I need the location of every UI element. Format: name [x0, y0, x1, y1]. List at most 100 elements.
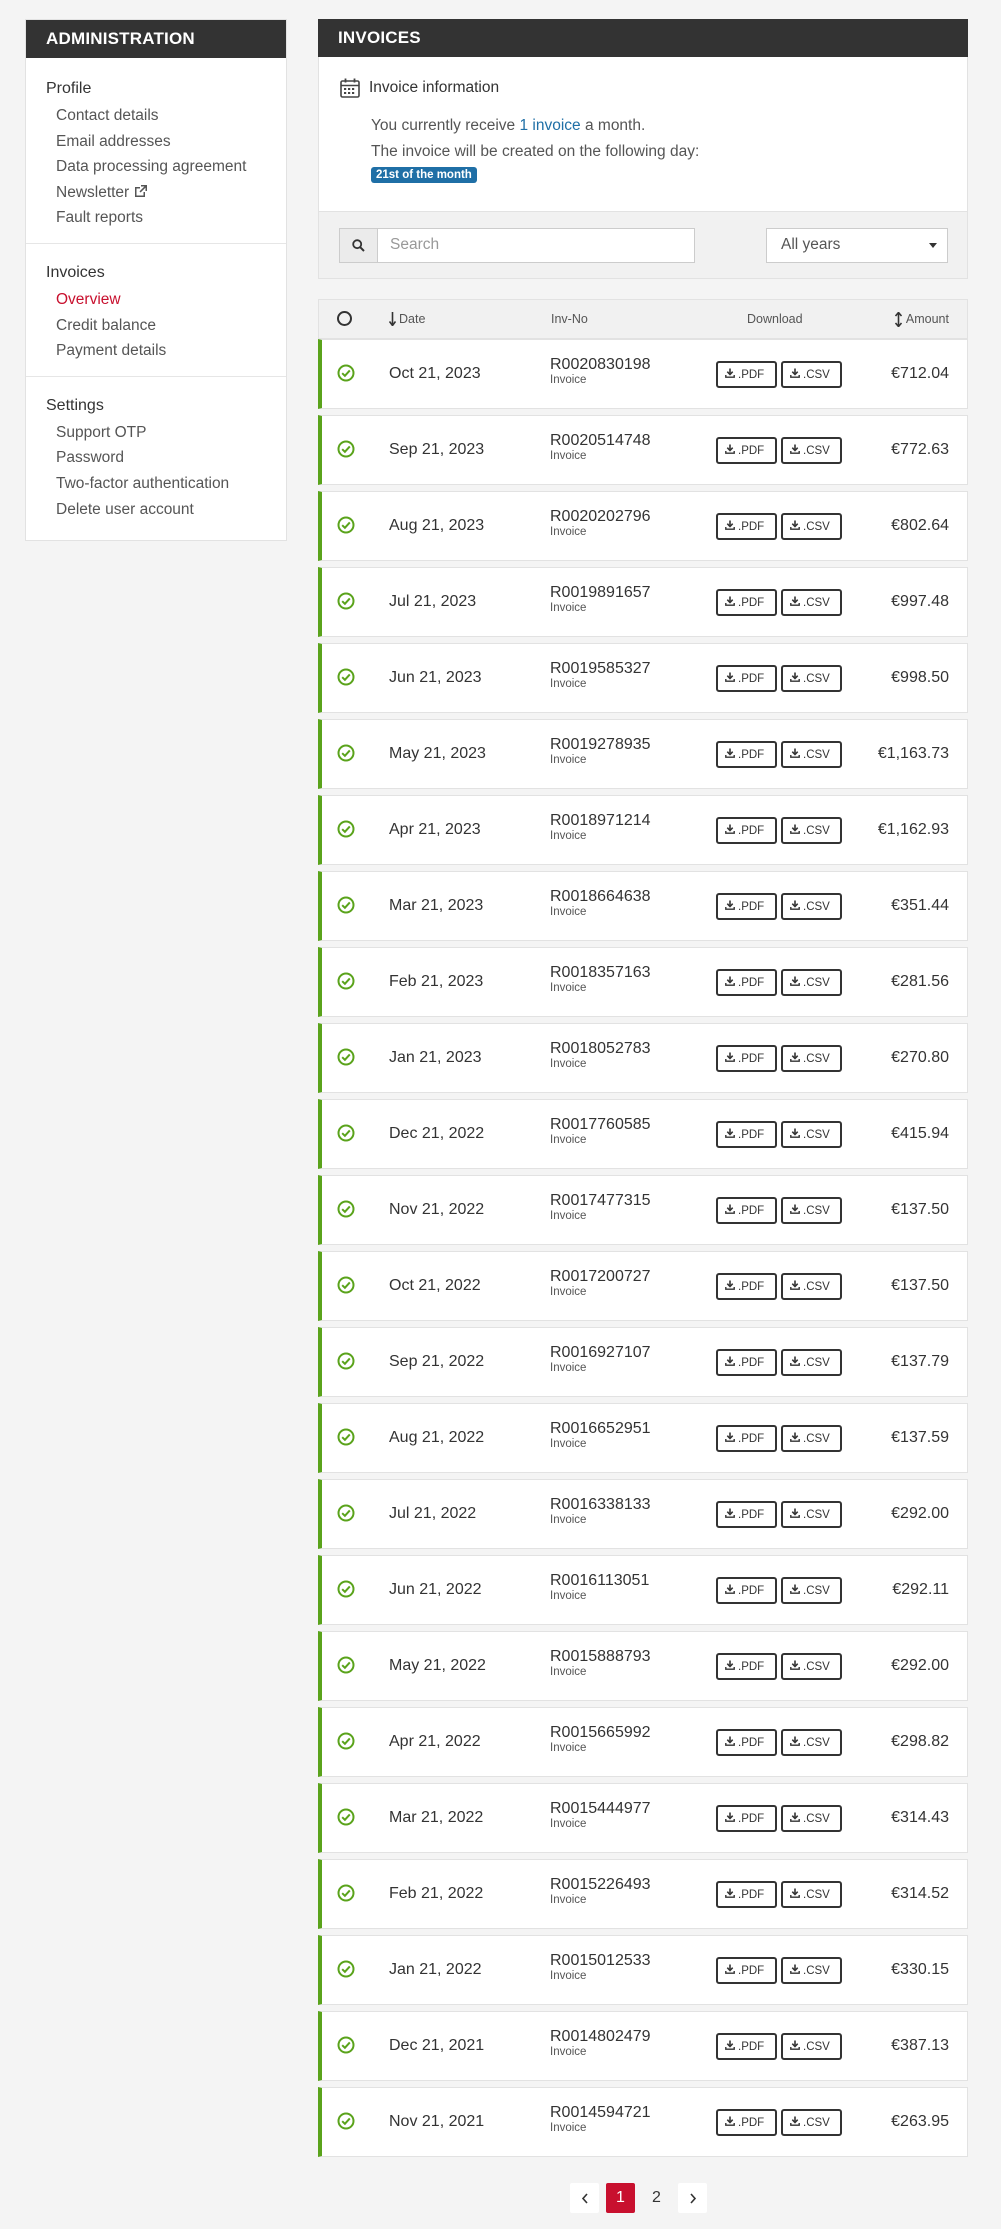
download-csv-button[interactable]: .CSV	[781, 361, 842, 388]
paid-check-icon[interactable]	[337, 1960, 355, 1983]
page-2-button[interactable]: 2	[642, 2183, 671, 2213]
sidebar-item-newsletter[interactable]: Newsletter	[46, 180, 286, 206]
paid-check-icon[interactable]	[337, 744, 355, 767]
download-pdf-button[interactable]: .PDF	[716, 1349, 777, 1376]
download-pdf-button[interactable]: .PDF	[716, 665, 777, 692]
paid-check-icon[interactable]	[337, 1428, 355, 1451]
select-all-circle-icon[interactable]	[337, 311, 352, 326]
sidebar-item-support-otp[interactable]: Support OTP	[46, 420, 286, 446]
download-csv-button[interactable]: .CSV	[781, 1957, 842, 1984]
prev-page-button[interactable]	[570, 2183, 599, 2213]
download-pdf-button[interactable]: .PDF	[716, 1805, 777, 1832]
paid-check-icon[interactable]	[337, 1656, 355, 1679]
invoice-amount: €263.95	[891, 2113, 949, 2130]
column-date[interactable]: Date	[389, 312, 425, 326]
download-csv-button[interactable]: .CSV	[781, 1653, 842, 1680]
paid-check-icon[interactable]	[337, 1580, 355, 1603]
download-pdf-button[interactable]: .PDF	[716, 2033, 777, 2060]
paid-check-icon[interactable]	[337, 1504, 355, 1527]
sidebar-item-password[interactable]: Password	[46, 445, 286, 471]
download-csv-button[interactable]: .CSV	[781, 437, 842, 464]
download-pdf-button[interactable]: .PDF	[716, 1729, 777, 1756]
download-csv-button[interactable]: .CSV	[781, 1729, 842, 1756]
download-csv-button[interactable]: .CSV	[781, 1805, 842, 1832]
search-input[interactable]	[378, 228, 694, 262]
invoice-date: Jul 21, 2022	[389, 1505, 477, 1522]
menu-head-settings[interactable]: Settings	[46, 397, 286, 415]
paid-check-icon[interactable]	[337, 1732, 355, 1755]
paid-check-icon[interactable]	[337, 1124, 355, 1147]
paid-check-icon[interactable]	[337, 516, 355, 539]
download-pdf-button[interactable]: .PDF	[716, 1957, 777, 1984]
download-csv-button[interactable]: .CSV	[781, 2033, 842, 2060]
next-page-button[interactable]	[678, 2183, 707, 2213]
paid-check-icon[interactable]	[337, 2036, 355, 2059]
column-amount[interactable]: Amount	[894, 311, 949, 327]
sidebar-item-fault-reports[interactable]: Fault reports	[46, 205, 286, 231]
paid-check-icon[interactable]	[337, 1048, 355, 1071]
download-pdf-button[interactable]: .PDF	[716, 2109, 777, 2136]
download-csv-button[interactable]: .CSV	[781, 589, 842, 616]
download-pdf-button[interactable]: .PDF	[716, 893, 777, 920]
download-pdf-button[interactable]: .PDF	[716, 513, 777, 540]
invoice-count-link[interactable]: 1 invoice	[519, 117, 580, 134]
download-pdf-button[interactable]: .PDF	[716, 1425, 777, 1452]
paid-check-icon[interactable]	[337, 1276, 355, 1299]
paid-check-icon[interactable]	[337, 972, 355, 995]
download-pdf-button[interactable]: .PDF	[716, 1121, 777, 1148]
download-csv-button[interactable]: .CSV	[781, 1273, 842, 1300]
paid-check-icon[interactable]	[337, 364, 355, 387]
year-select[interactable]: All years	[766, 227, 948, 263]
download-pdf-button[interactable]: .PDF	[716, 1577, 777, 1604]
download-csv-button[interactable]: .CSV	[781, 513, 842, 540]
paid-check-icon[interactable]	[337, 592, 355, 615]
download-csv-button[interactable]: .CSV	[781, 1045, 842, 1072]
search-button[interactable]	[340, 228, 378, 262]
download-csv-button[interactable]: .CSV	[781, 817, 842, 844]
sidebar-item-delete-account[interactable]: Delete user account	[46, 497, 286, 523]
paid-check-icon[interactable]	[337, 1200, 355, 1223]
download-pdf-button[interactable]: .PDF	[716, 361, 777, 388]
download-csv-button[interactable]: .CSV	[781, 1577, 842, 1604]
paid-check-icon[interactable]	[337, 440, 355, 463]
download-pdf-button[interactable]: .PDF	[716, 741, 777, 768]
sidebar-item-payment-details[interactable]: Payment details	[46, 338, 286, 364]
download-csv-button[interactable]: .CSV	[781, 1425, 842, 1452]
download-pdf-button[interactable]: .PDF	[716, 1273, 777, 1300]
download-pdf-button[interactable]: .PDF	[716, 1501, 777, 1528]
paid-check-icon[interactable]	[337, 1884, 355, 1907]
paid-check-icon[interactable]	[337, 1808, 355, 1831]
sidebar-item-email-addresses[interactable]: Email addresses	[46, 129, 286, 155]
menu-head-invoices[interactable]: Invoices	[46, 264, 286, 282]
paid-check-icon[interactable]	[337, 1352, 355, 1375]
download-csv-button[interactable]: .CSV	[781, 969, 842, 996]
download-csv-button[interactable]: .CSV	[781, 893, 842, 920]
download-pdf-button[interactable]: .PDF	[716, 1045, 777, 1072]
paid-check-icon[interactable]	[337, 2112, 355, 2135]
sidebar-item-credit-balance[interactable]: Credit balance	[46, 313, 286, 339]
download-pdf-button[interactable]: .PDF	[716, 969, 777, 996]
download-pdf-button[interactable]: .PDF	[716, 1197, 777, 1224]
download-pdf-button[interactable]: .PDF	[716, 589, 777, 616]
download-csv-button[interactable]: .CSV	[781, 665, 842, 692]
sidebar-item-contact-details[interactable]: Contact details	[46, 103, 286, 129]
paid-check-icon[interactable]	[337, 896, 355, 919]
download-csv-button[interactable]: .CSV	[781, 741, 842, 768]
paid-check-icon[interactable]	[337, 668, 355, 691]
download-pdf-button[interactable]: .PDF	[716, 437, 777, 464]
sidebar-item-data-processing[interactable]: Data processing agreement	[46, 154, 286, 180]
download-pdf-button[interactable]: .PDF	[716, 817, 777, 844]
download-csv-button[interactable]: .CSV	[781, 1197, 842, 1224]
page-1-button[interactable]: 1	[606, 2183, 635, 2213]
download-csv-button[interactable]: .CSV	[781, 1881, 842, 1908]
download-csv-button[interactable]: .CSV	[781, 1501, 842, 1528]
download-pdf-button[interactable]: .PDF	[716, 1653, 777, 1680]
sidebar-item-overview[interactable]: Overview	[46, 287, 286, 313]
download-csv-button[interactable]: .CSV	[781, 1121, 842, 1148]
download-csv-button[interactable]: .CSV	[781, 2109, 842, 2136]
menu-head-profile[interactable]: Profile	[46, 80, 286, 98]
paid-check-icon[interactable]	[337, 820, 355, 843]
download-csv-button[interactable]: .CSV	[781, 1349, 842, 1376]
download-pdf-button[interactable]: .PDF	[716, 1881, 777, 1908]
sidebar-item-two-factor[interactable]: Two-factor authentication	[46, 471, 286, 497]
